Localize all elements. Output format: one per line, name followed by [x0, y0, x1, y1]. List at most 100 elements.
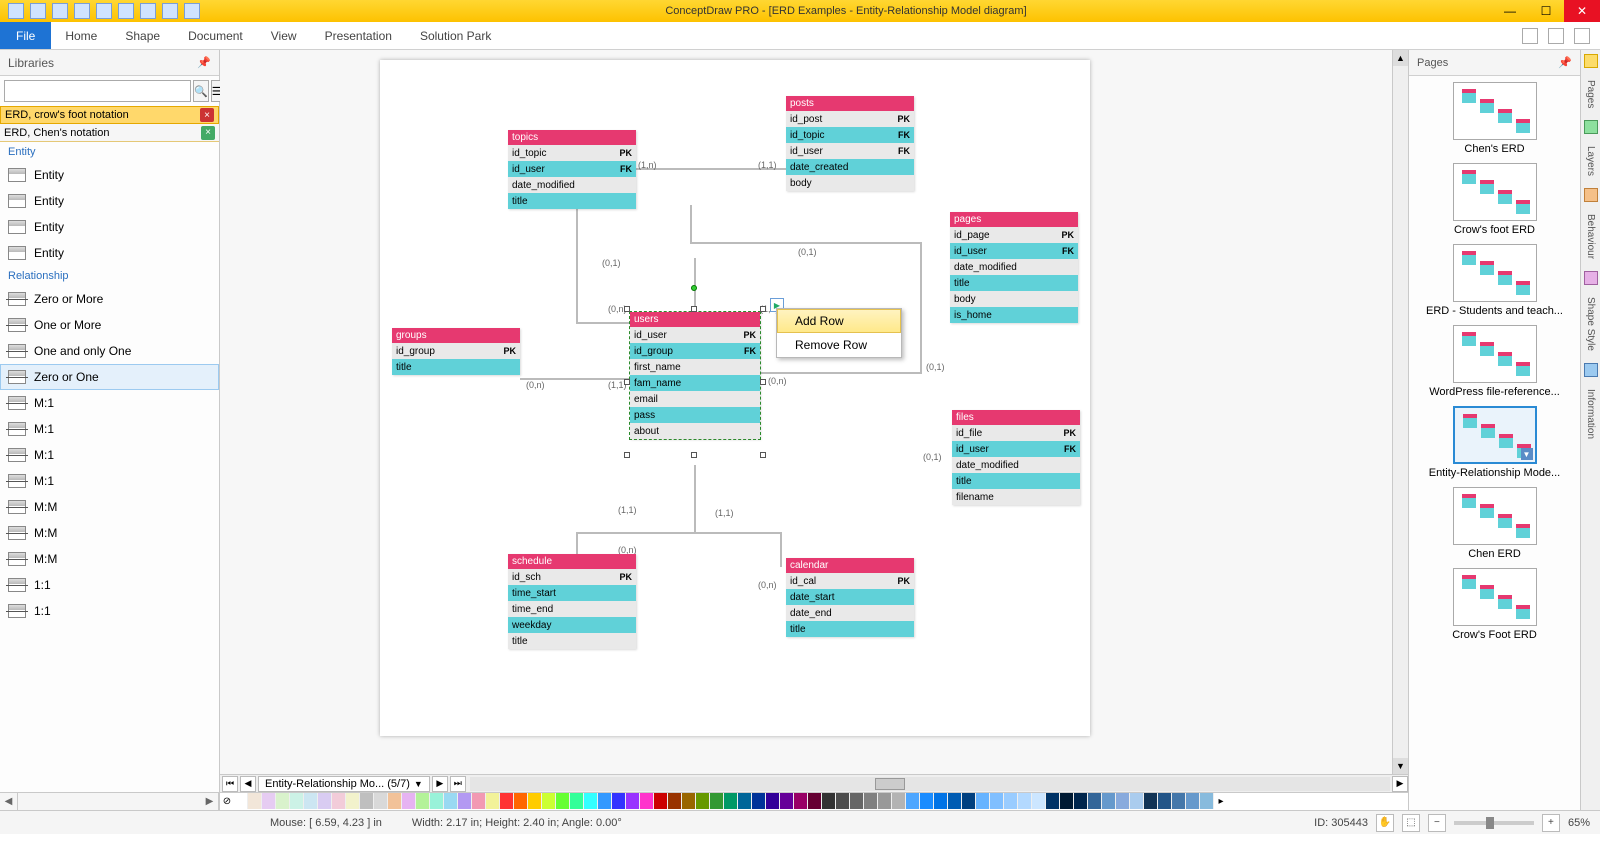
- color-swatch[interactable]: [976, 793, 990, 809]
- color-swatch[interactable]: [514, 793, 528, 809]
- entity-row[interactable]: id_topicPK: [508, 145, 636, 161]
- color-swatch[interactable]: [654, 793, 668, 809]
- library-entity-item[interactable]: Entity: [0, 214, 219, 240]
- entity-groups[interactable]: groupsid_groupPKtitle: [392, 328, 520, 375]
- canvas-hscroll[interactable]: [470, 777, 1390, 791]
- tab-home[interactable]: Home: [51, 29, 111, 43]
- color-swatch[interactable]: [248, 793, 262, 809]
- color-swatch[interactable]: [780, 793, 794, 809]
- file-menu[interactable]: File: [0, 22, 51, 49]
- page-setup-icon[interactable]: [1522, 28, 1538, 44]
- color-swatch[interactable]: [528, 793, 542, 809]
- qat-undo-icon[interactable]: [74, 3, 90, 19]
- color-swatch[interactable]: [1186, 793, 1200, 809]
- entity-files[interactable]: filesid_filePKid_userFKdate_modifiedtitl…: [952, 410, 1080, 505]
- library-entity-item[interactable]: Entity: [0, 162, 219, 188]
- library-relationship-item[interactable]: M:M: [0, 494, 219, 520]
- entity-row[interactable]: is_home: [950, 307, 1078, 323]
- color-swatch[interactable]: [1032, 793, 1046, 809]
- entity-row[interactable]: id_schPK: [508, 569, 636, 585]
- tab-view[interactable]: View: [257, 29, 311, 43]
- color-swatch[interactable]: [290, 793, 304, 809]
- color-swatch[interactable]: [542, 793, 556, 809]
- sidetab-layers-icon[interactable]: [1584, 120, 1598, 134]
- tab-shape[interactable]: Shape: [111, 29, 174, 43]
- color-swatch[interactable]: [318, 793, 332, 809]
- scroll-left-icon[interactable]: ◀: [0, 793, 18, 810]
- qat-redo-icon[interactable]: [96, 3, 112, 19]
- library-search-input[interactable]: [4, 80, 191, 102]
- zoom-out-button[interactable]: −: [1428, 814, 1446, 832]
- open-library-crowsfoot[interactable]: ERD, crow's foot notation ×: [0, 106, 219, 124]
- color-swatch[interactable]: [1046, 793, 1060, 809]
- color-swatch[interactable]: [430, 793, 444, 809]
- entity-row[interactable]: weekday: [508, 617, 636, 633]
- qat-new-icon[interactable]: [30, 3, 46, 19]
- color-swatch[interactable]: [416, 793, 430, 809]
- entity-row[interactable]: date_modified: [952, 457, 1080, 473]
- page-thumbnail[interactable]: Chen ERD: [1415, 487, 1574, 560]
- page-thumbnail[interactable]: Crow's foot ERD: [1415, 163, 1574, 236]
- no-fill-swatch[interactable]: ⊘: [220, 793, 234, 810]
- entity-row[interactable]: date_end: [786, 605, 914, 621]
- color-swatch[interactable]: [556, 793, 570, 809]
- entity-row[interactable]: body: [950, 291, 1078, 307]
- entity-row[interactable]: title: [508, 193, 636, 209]
- thumb-dropdown-icon[interactable]: ▼: [1521, 448, 1533, 460]
- close-button[interactable]: ✕: [1564, 0, 1600, 22]
- color-swatch[interactable]: [766, 793, 780, 809]
- color-swatch[interactable]: [808, 793, 822, 809]
- page-last-button[interactable]: ⏭: [450, 776, 466, 792]
- close-library-icon[interactable]: ×: [201, 126, 215, 140]
- library-relationship-item[interactable]: M:1: [0, 468, 219, 494]
- page-thumbnail[interactable]: ERD - Students and teach...: [1415, 244, 1574, 317]
- entity-row[interactable]: date_modified: [508, 177, 636, 193]
- library-relationship-item[interactable]: M:M: [0, 520, 219, 546]
- qat-page-icon[interactable]: [162, 3, 178, 19]
- color-swatch[interactable]: [738, 793, 752, 809]
- entity-row[interactable]: time_end: [508, 601, 636, 617]
- collapse-ribbon-icon[interactable]: [1574, 28, 1590, 44]
- color-swatch[interactable]: [640, 793, 654, 809]
- search-button[interactable]: 🔍: [193, 80, 209, 102]
- color-swatch[interactable]: [360, 793, 374, 809]
- color-swatch[interactable]: [612, 793, 626, 809]
- drawing-page[interactable]: (1,n) (1,1) (0,1) (0,1) (0,n) (0,n) (1,1…: [380, 60, 1090, 736]
- color-swatch[interactable]: [276, 793, 290, 809]
- color-swatch[interactable]: [486, 793, 500, 809]
- zoom-slider[interactable]: [1454, 821, 1534, 825]
- color-swatch[interactable]: [598, 793, 612, 809]
- color-swatch[interactable]: [1088, 793, 1102, 809]
- page-next-button[interactable]: ▶: [432, 776, 448, 792]
- qat-save2-icon[interactable]: [184, 3, 200, 19]
- zoom-in-button[interactable]: +: [1542, 814, 1560, 832]
- color-swatch[interactable]: [696, 793, 710, 809]
- color-swatch[interactable]: [682, 793, 696, 809]
- scroll-down-icon[interactable]: ▼: [1393, 758, 1408, 774]
- entity-row[interactable]: id_calPK: [786, 573, 914, 589]
- qat-print-icon[interactable]: [118, 3, 134, 19]
- entity-row[interactable]: time_start: [508, 585, 636, 601]
- sidetab-behaviour-icon[interactable]: [1584, 188, 1598, 202]
- sidetab-information[interactable]: Information: [1585, 383, 1596, 445]
- color-swatch[interactable]: [304, 793, 318, 809]
- entity-posts[interactable]: postsid_postPKid_topicFKid_userFKdate_cr…: [786, 96, 914, 191]
- color-swatch[interactable]: [570, 793, 584, 809]
- library-relationship-item[interactable]: Zero or One: [0, 364, 219, 390]
- library-relationship-item[interactable]: M:1: [0, 416, 219, 442]
- close-library-icon[interactable]: ×: [200, 108, 214, 122]
- library-hscroll[interactable]: ◀ ▶: [0, 792, 219, 810]
- color-swatch[interactable]: [374, 793, 388, 809]
- entity-row[interactable]: date_created: [786, 159, 914, 175]
- color-swatch[interactable]: [1158, 793, 1172, 809]
- color-swatch[interactable]: [724, 793, 738, 809]
- library-relationship-item[interactable]: One and only One: [0, 338, 219, 364]
- qat-export-icon[interactable]: [140, 3, 156, 19]
- entity-topics[interactable]: topicsid_topicPKid_userFKdate_modifiedti…: [508, 130, 636, 209]
- color-swatch[interactable]: [668, 793, 682, 809]
- scroll-up-icon[interactable]: ▲: [1393, 50, 1408, 66]
- minimize-button[interactable]: —: [1492, 0, 1528, 22]
- page-thumbnail[interactable]: Chen's ERD: [1415, 82, 1574, 155]
- color-swatch[interactable]: [332, 793, 346, 809]
- color-swatch[interactable]: [234, 793, 248, 809]
